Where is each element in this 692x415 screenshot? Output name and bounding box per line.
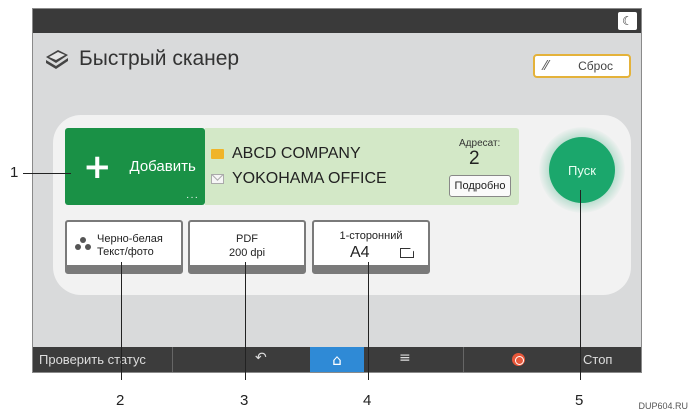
- add-destination-button[interactable]: + Добавить ···: [65, 128, 205, 205]
- scanner-icon: [46, 50, 68, 69]
- moon-icon[interactable]: ☾: [618, 12, 637, 30]
- color-dots-icon: [75, 237, 91, 250]
- file-format-text: PDF 200 dpi: [190, 232, 304, 260]
- figure-code: DUP604.RU: [638, 401, 688, 411]
- reset-button[interactable]: ⁄⁄ Сброс: [533, 54, 631, 78]
- callout-2-line: [121, 262, 122, 380]
- page-title: Быстрый сканер: [79, 47, 240, 70]
- destination-name: ABCD COMPANY: [232, 145, 361, 162]
- callout-2: 2: [116, 392, 125, 409]
- stop-button[interactable]: Стоп: [463, 347, 641, 372]
- sides-label: 1-сторонний: [339, 230, 403, 242]
- add-label: Добавить: [129, 158, 196, 175]
- folder-icon: [211, 149, 224, 159]
- callout-5: 5: [575, 392, 584, 409]
- home-icon[interactable]: ⌂: [310, 347, 364, 372]
- callout-5-line: [580, 190, 581, 380]
- paper-size: A4: [350, 244, 370, 261]
- check-status-button[interactable]: Проверить статус: [33, 347, 173, 372]
- callout-1-line: [23, 173, 71, 174]
- color-mode-line2: Текст/фото: [97, 246, 154, 258]
- eraser-icon: ⁄⁄: [543, 58, 549, 74]
- destination-folder-entry: ABCD COMPANY: [211, 145, 361, 163]
- plus-icon: +: [83, 146, 112, 187]
- resolution: 200 dpi: [228, 247, 266, 259]
- color-mode-button[interactable]: Черно-белая Текст/фото ···: [65, 220, 183, 274]
- destination-count: 2: [469, 148, 480, 169]
- color-mode-text: Черно-белая Текст/фото: [97, 233, 163, 259]
- more-dots-icon: ···: [412, 256, 424, 266]
- color-mode-line1: Черно-белая: [97, 233, 163, 245]
- stop-icon: [512, 353, 525, 366]
- scan-size-button[interactable]: 1-сторонний A4 ···: [312, 220, 430, 274]
- file-format: PDF: [236, 233, 258, 245]
- callout-4: 4: [363, 392, 372, 409]
- callout-3-line: [245, 262, 246, 380]
- destination-email-entry: YOKOHAMA OFFICE: [211, 170, 387, 188]
- more-dots-icon: ···: [165, 256, 177, 266]
- callout-1: 1: [10, 164, 19, 181]
- callout-4-line: [368, 262, 369, 380]
- more-dots-icon: ···: [186, 192, 199, 203]
- back-icon[interactable]: ↶: [255, 350, 267, 366]
- start-button[interactable]: Пуск: [549, 137, 615, 203]
- destination-email: YOKOHAMA OFFICE: [232, 170, 387, 187]
- destination-field[interactable]: ABCD COMPANY YOKOHAMA OFFICE Адресат: 2 …: [205, 128, 519, 205]
- details-button[interactable]: Подробно: [449, 175, 511, 197]
- mail-icon: [211, 174, 224, 184]
- more-dots-icon: ···: [288, 256, 300, 266]
- stop-label: Стоп: [583, 352, 613, 367]
- callout-3: 3: [240, 392, 249, 409]
- file-format-button[interactable]: PDF 200 dpi ···: [188, 220, 306, 274]
- app-header: Быстрый сканер: [43, 43, 239, 75]
- device-screen: ☾ Быстрый сканер ⁄⁄ Сброс + Добавить ···…: [32, 8, 642, 373]
- top-status-bar: ☾: [33, 9, 641, 33]
- bottom-bar: Проверить статус ↶ ⌂ ≡ Стоп: [33, 347, 641, 372]
- destination-count-label: Адресат:: [459, 138, 501, 149]
- reset-label: Сброс: [578, 59, 613, 73]
- menu-icon[interactable]: ≡: [399, 350, 411, 366]
